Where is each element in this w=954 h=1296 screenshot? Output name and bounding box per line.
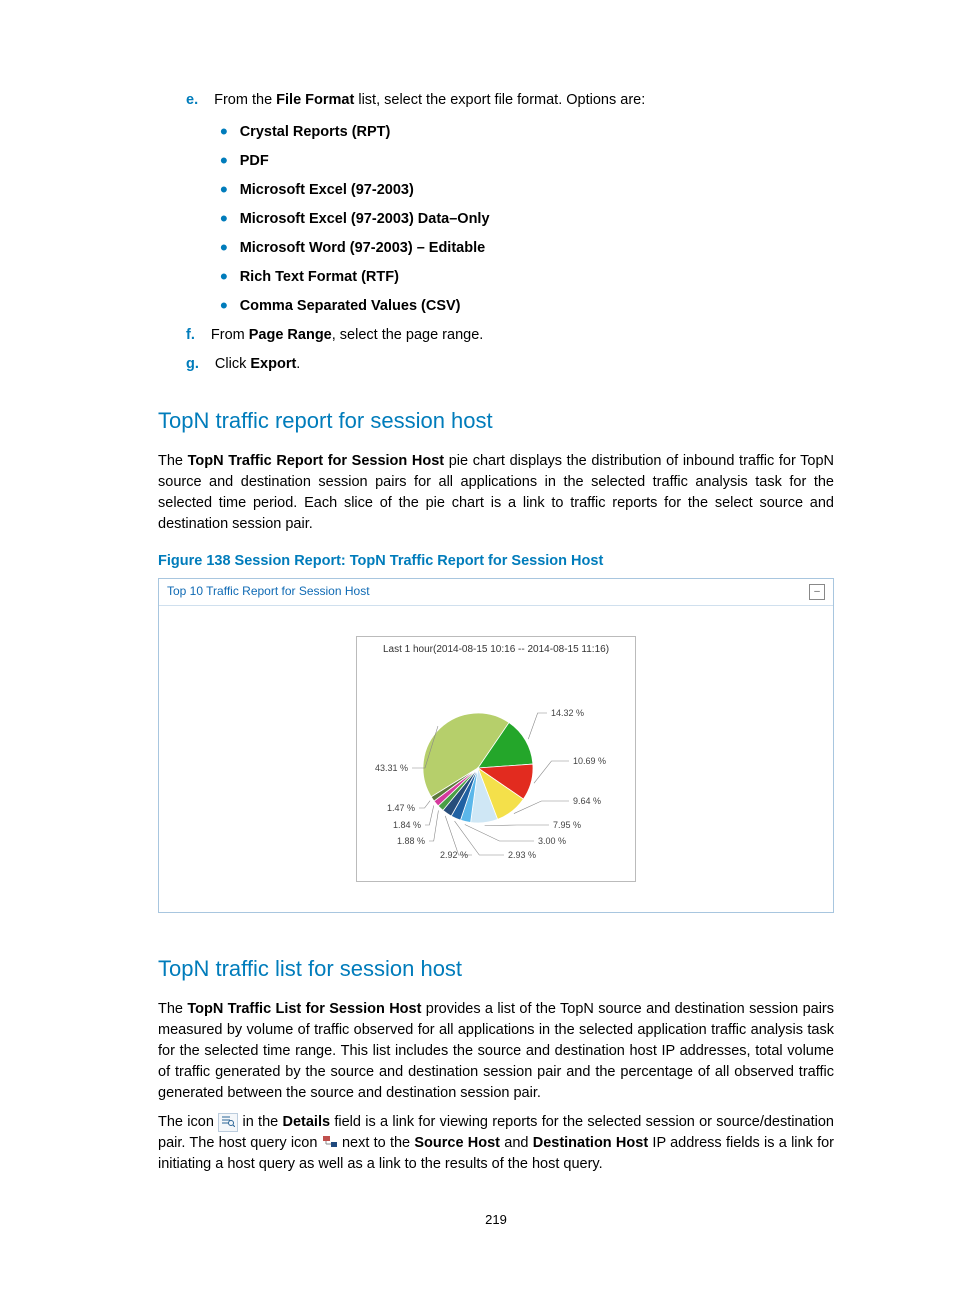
paragraph: The TopN Traffic Report for Session Host… [158, 451, 834, 535]
collapse-glyph: – [814, 587, 820, 597]
text: . [296, 356, 300, 372]
text-bold: TopN Traffic Report for Session Host [188, 453, 444, 469]
chart-panel: Last 1 hour(2014-08-15 10:16 -- 2014-08-… [356, 636, 636, 883]
text: Click [215, 356, 250, 372]
text-bold: Details [283, 1114, 331, 1130]
section-heading: TopN traffic report for session host [158, 405, 834, 437]
step-marker: f. [186, 327, 195, 343]
bullet-icon: • [220, 119, 228, 144]
text-bold: Destination Host [533, 1135, 648, 1151]
step-marker: g. [186, 356, 199, 372]
pie-label: 1.84 % [393, 820, 421, 830]
chart-header-title: Top 10 Traffic Report for Session Host [167, 583, 370, 600]
chart-header: Top 10 Traffic Report for Session Host – [159, 579, 833, 605]
text: The [158, 1001, 187, 1017]
details-link-icon[interactable] [218, 1113, 238, 1132]
collapse-icon[interactable]: – [809, 584, 825, 600]
pie-label: 2.92 % [440, 850, 468, 860]
list-item: Rich Text Format (RTF) [240, 269, 399, 285]
list-item: Microsoft Word (97-2003) – Editable [240, 240, 485, 256]
text: The [158, 453, 188, 469]
text: in the [242, 1114, 282, 1130]
page: e. From the File Format list, select the… [0, 0, 954, 1296]
text-bold: TopN Traffic List for Session Host [187, 1001, 421, 1017]
figure-caption: Figure 138 Session Report: TopN Traffic … [158, 551, 834, 572]
bullet-icon: • [220, 148, 228, 173]
step-e: e. From the File Format list, select the… [186, 90, 834, 111]
text: , select the page range. [332, 327, 484, 343]
pie-label: 10.69 % [573, 756, 606, 766]
list-item: Microsoft Excel (97-2003) Data–Only [240, 211, 490, 227]
step-g: g. Click Export. [186, 354, 834, 375]
chart-body: Last 1 hour(2014-08-15 10:16 -- 2014-08-… [159, 606, 833, 913]
list-item: Comma Separated Values (CSV) [240, 298, 461, 314]
pie-label: 14.32 % [551, 708, 584, 718]
pie-label: 1.47 % [387, 803, 415, 813]
pie-chart[interactable]: 43.31 %14.32 %10.69 %9.64 %7.95 %3.00 %2… [373, 673, 619, 863]
list-item: PDF [240, 153, 269, 169]
pie-label: 3.00 % [538, 836, 566, 846]
text: From the [214, 92, 276, 108]
paragraph: The TopN Traffic List for Session Host p… [158, 999, 834, 1104]
pie-label: 2.93 % [508, 850, 536, 860]
text: The icon [158, 1114, 218, 1130]
page-number: 219 [158, 1211, 834, 1230]
chart-title: Last 1 hour(2014-08-15 10:16 -- 2014-08-… [365, 643, 627, 658]
step-marker: e. [186, 92, 198, 108]
paragraph: The icon in the Details field is a link … [158, 1112, 834, 1175]
text-bold: Export [250, 356, 296, 372]
bullet-icon: • [220, 177, 228, 202]
text-bold: File Format [276, 92, 354, 108]
list-item: Microsoft Excel (97-2003) [240, 182, 414, 198]
bullet-icon: • [220, 206, 228, 231]
text: and [500, 1135, 533, 1151]
text-bold: Page Range [249, 327, 332, 343]
host-query-icon[interactable] [322, 1135, 338, 1152]
list-item: Crystal Reports (RPT) [240, 124, 391, 140]
text: next to the [342, 1135, 414, 1151]
text: From [211, 327, 249, 343]
chart-widget: Top 10 Traffic Report for Session Host –… [158, 578, 834, 913]
text-bold: Source Host [414, 1135, 500, 1151]
pie-label: 43.31 % [375, 763, 408, 773]
pie-label: 9.64 % [573, 796, 601, 806]
section-heading: TopN traffic list for session host [158, 953, 834, 985]
step-f: f. From Page Range, select the page rang… [186, 325, 834, 346]
pie-label: 7.95 % [553, 820, 581, 830]
pie-label: 1.88 % [397, 836, 425, 846]
bullet-icon: • [220, 235, 228, 260]
bullet-icon: • [220, 293, 228, 318]
bullet-icon: • [220, 264, 228, 289]
format-list: • Crystal Reports (RPT) • PDF • Microsoft E… [220, 111, 834, 317]
text: list, select the export file format. Opt… [354, 92, 645, 108]
